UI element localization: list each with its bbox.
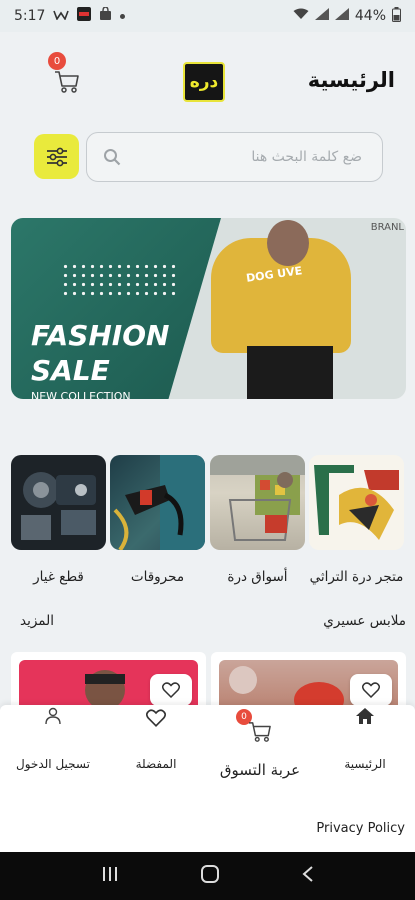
home-icon [356,708,374,724]
category-label: متجر درة التراثي [309,569,404,585]
banner-model-head [267,220,309,266]
filter-button[interactable] [34,134,79,179]
signal-icon [334,8,349,24]
cart-icon [249,722,271,742]
back-icon[interactable] [301,865,315,887]
category-item-heritage[interactable]: متجر درة التراثي [309,455,404,590]
filter-icon [46,147,67,166]
notification-icon [53,8,70,24]
wifi-icon [293,8,309,24]
banner-model-pants [247,346,333,399]
heart-icon [145,709,167,727]
auto-parts-image [11,455,106,550]
status-time: 5:17 [14,8,46,24]
app-header: 0 دره الرئيسية [0,40,415,120]
logo-text: دره [189,72,219,92]
banner-subline: NEW COLLECTION [31,390,131,399]
fuel-image [110,455,205,550]
favorite-button[interactable] [150,674,192,706]
category-item-fuel[interactable]: محروقات [110,455,205,590]
search-placeholder: ضع كلمة البحث هنا [251,149,362,165]
nav-home-label: الرئيسية [344,757,386,771]
home-button-icon[interactable] [200,864,220,888]
battery-icon [392,6,401,26]
heritage-store-image [309,455,404,550]
search-row: ضع كلمة البحث هنا [34,132,384,184]
cart-icon [55,71,79,93]
nav-cart-label: عربة التسوق [219,761,301,779]
status-left: 5:17 [14,6,126,25]
category-label: محروقات [130,569,185,585]
app-icon [77,7,92,25]
favorite-button[interactable] [350,674,392,706]
category-item-parts[interactable]: قطع غيار [11,455,106,590]
privacy-policy-link[interactable]: Privacy Policy [316,821,405,836]
nav-home[interactable]: الرئيسية [330,705,400,771]
page-title: الرئيسية [307,68,395,92]
product-list [11,652,406,712]
banner-headline-line2: SALE [31,354,110,387]
search-input[interactable]: ضع كلمة البحث هنا [86,132,383,182]
category-item-supermarket[interactable]: أسواق درة [210,455,305,590]
promo-banner[interactable]: FASHION SALE NEW COLLECTION DOG UVE BRAN… [11,218,406,399]
banner-headline: FASHION SALE [31,318,169,388]
section-header: ملابس عسيري المزيد [20,613,406,633]
recent-apps-icon[interactable] [101,866,119,886]
header-cart-button[interactable]: 0 [48,52,84,96]
system-navigation-bar [0,852,415,900]
nav-favorites[interactable]: المفضلة [120,705,192,771]
app-logo[interactable]: دره [183,62,225,102]
cart-count-badge: 0 [48,52,66,70]
category-label: قطع غيار [33,569,84,585]
banner-headline-line1: FASHION [31,319,170,352]
section-title: ملابس عسيري [323,613,406,629]
heart-icon [362,682,380,698]
dot-icon [120,13,126,19]
nav-cart[interactable]: 0 عربة التسوق [210,705,310,779]
status-bar: 5:17 44% [0,0,415,32]
heart-icon [162,682,180,698]
signal-icon [314,8,329,24]
status-right: 44% [293,6,401,26]
see-more-link[interactable]: المزيد [20,613,54,629]
nav-favorites-label: المفضلة [135,757,177,771]
product-card[interactable] [211,652,406,712]
battery-percent: 44% [354,8,386,24]
nav-login[interactable]: تسجيل الدخول [12,705,94,771]
user-icon [45,707,61,725]
category-label: أسواق درة [227,569,288,585]
search-icon [104,149,121,166]
product-card[interactable] [11,652,206,712]
banner-dot-pattern [61,262,176,300]
category-list: متجر درة التراثي أسواق درة محروقات قطع غ… [11,455,406,595]
shopping-bag-icon [99,6,112,25]
bottom-navigation: الرئيسية 0 عربة التسوق المفضلة تسجيل الد… [0,705,415,852]
banner-brand: BRANL [370,222,404,233]
supermarket-image [210,455,305,550]
nav-login-label: تسجيل الدخول [16,757,90,771]
